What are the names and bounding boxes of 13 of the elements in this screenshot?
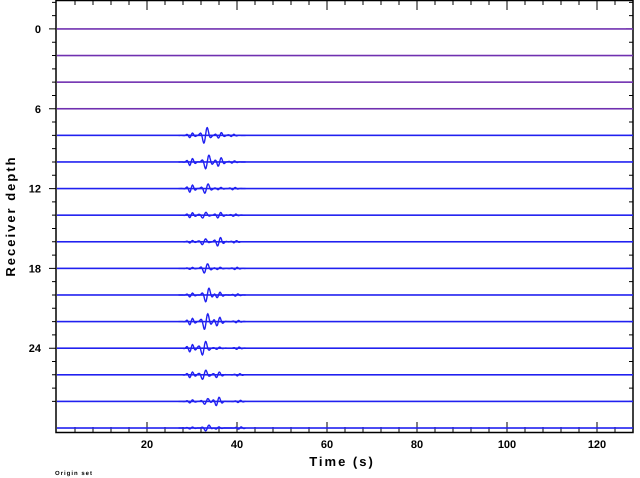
tick-label: 18 xyxy=(28,263,41,276)
axis-title: Receiver depth xyxy=(3,155,18,277)
tick-label: 100 xyxy=(498,439,516,451)
tick-label: 20 xyxy=(140,439,154,451)
tick-label: 40 xyxy=(230,439,244,451)
tick-label: 60 xyxy=(320,439,334,451)
tick-label: 12 xyxy=(28,184,41,196)
tick-label: 80 xyxy=(410,439,424,451)
tick-label: 0 xyxy=(34,24,41,36)
axis-title: Time (s) xyxy=(309,454,375,469)
tick-label: 120 xyxy=(588,439,606,451)
tick-label: 6 xyxy=(34,104,41,116)
tick-label: 24 xyxy=(28,343,41,356)
